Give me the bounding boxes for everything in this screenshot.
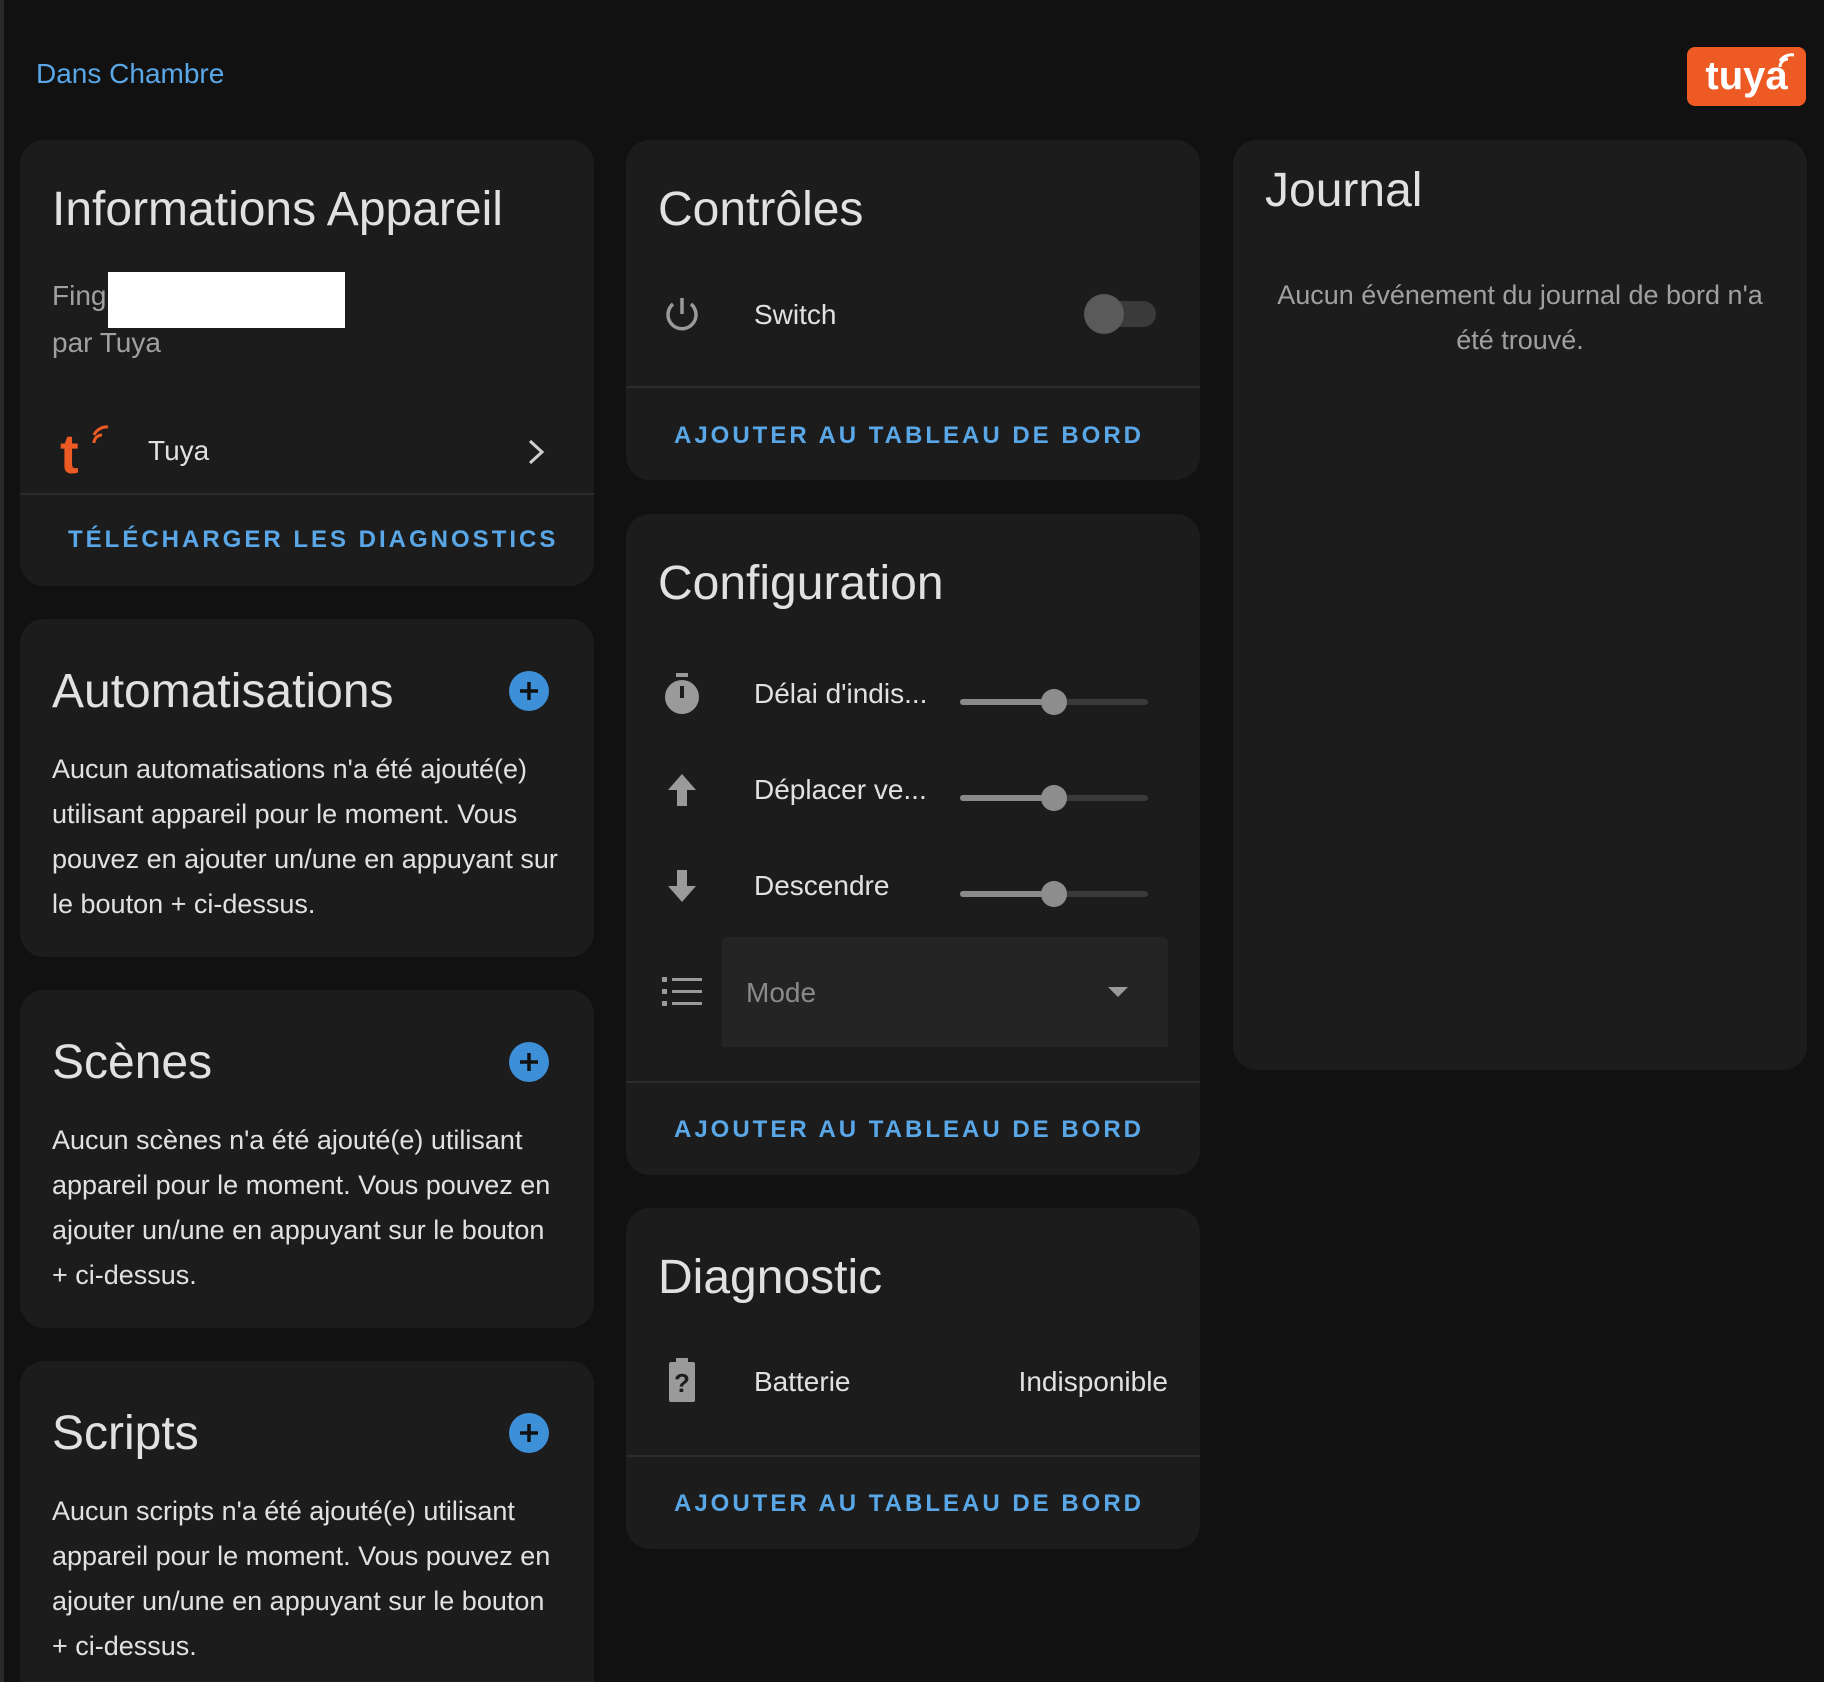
config-slider-fill bbox=[960, 699, 1054, 705]
integration-label: Tuya bbox=[148, 435, 210, 466]
journal-title: Journal bbox=[1265, 164, 1423, 217]
redacted-box bbox=[108, 272, 345, 328]
chevron-right-icon bbox=[528, 439, 545, 465]
switch-toggle-knob bbox=[1084, 294, 1124, 334]
battery-unknown-icon: ? bbox=[662, 1358, 702, 1402]
config-slider[interactable] bbox=[960, 881, 1148, 907]
switch-toggle[interactable] bbox=[1084, 294, 1156, 334]
arrow-down-icon bbox=[662, 866, 702, 906]
config-slider-fill bbox=[960, 891, 1054, 897]
plus-icon bbox=[520, 682, 538, 700]
scripts-title: Scripts bbox=[52, 1407, 199, 1460]
device-info-title: Informations Appareil bbox=[52, 183, 503, 236]
controls-divider bbox=[626, 386, 1200, 388]
diagnostic-card: Diagnostic ? Batterie Indisponible AJOUT… bbox=[626, 1208, 1200, 1549]
add-script-button[interactable] bbox=[509, 1413, 549, 1453]
configuration-add-to-dashboard-button[interactable]: AJOUTER AU TABLEAU DE BORD bbox=[674, 1116, 1144, 1144]
battery-value: Indisponible bbox=[1018, 1366, 1168, 1397]
add-scene-button[interactable] bbox=[509, 1042, 549, 1082]
config-slider[interactable] bbox=[960, 689, 1148, 715]
scripts-card: Scripts Aucun scripts n'a été ajouté(e) … bbox=[20, 1361, 594, 1682]
scenes-empty-text: Aucun scènes n'a été ajouté(e) utilisant… bbox=[52, 1125, 551, 1290]
device-model: Fing bbox=[52, 280, 107, 311]
left-edge bbox=[0, 0, 4, 1682]
config-slider-label: Délai d'indis... bbox=[754, 678, 928, 709]
download-diagnostics-button[interactable]: TÉLÉCHARGER LES DIAGNOSTICS bbox=[68, 526, 558, 554]
mode-select-placeholder: Mode bbox=[746, 977, 817, 1008]
diagnostic-title: Diagnostic bbox=[658, 1251, 883, 1304]
battery-label: Batterie bbox=[754, 1366, 851, 1397]
device-info-divider bbox=[20, 493, 594, 495]
scenes-title: Scènes bbox=[52, 1036, 213, 1089]
journal-empty-text: Aucun événement du journal de bord n'a é… bbox=[1277, 280, 1763, 355]
tuya-integration-icon: t bbox=[60, 425, 109, 481]
mode-select[interactable]: Mode bbox=[722, 937, 1168, 1047]
dropdown-arrow-icon bbox=[1108, 987, 1128, 997]
scenes-card: Scènes Aucun scènes n'a été ajouté(e) ut… bbox=[20, 990, 594, 1328]
automations-empty-text: Aucun automatisations n'a été ajouté(e) … bbox=[52, 754, 558, 919]
tuya-logo: tuya bbox=[1687, 47, 1806, 106]
power-icon bbox=[662, 294, 702, 334]
scripts-empty-text: Aucun scripts n'a été ajouté(e) utilisan… bbox=[52, 1496, 551, 1661]
config-slider-knob[interactable] bbox=[1041, 881, 1067, 907]
arrow-up-icon bbox=[662, 770, 702, 810]
config-slider-fill bbox=[960, 795, 1054, 801]
timer-icon bbox=[662, 673, 702, 714]
config-slider-knob[interactable] bbox=[1041, 689, 1067, 715]
device-manufacturer: par Tuya bbox=[52, 327, 161, 358]
controls-title: Contrôles bbox=[658, 183, 864, 236]
configuration-card: Configuration Délai d'indis... Déplacer … bbox=[626, 514, 1200, 1175]
config-slider-row: Descendre bbox=[626, 856, 1200, 916]
device-page: Dans Chambre tuya Informations Appareil … bbox=[0, 0, 1824, 1682]
controls-card: Contrôles Switch AJOUTER AU TABLEAU DE B… bbox=[626, 140, 1200, 480]
diagnostic-add-to-dashboard-button[interactable]: AJOUTER AU TABLEAU DE BORD bbox=[674, 1490, 1144, 1518]
config-slider-row: Déplacer ve... bbox=[626, 760, 1200, 820]
format-list-icon bbox=[662, 972, 702, 1012]
svg-text:t: t bbox=[60, 425, 79, 481]
wifi-icon bbox=[1778, 53, 1795, 68]
integration-row[interactable]: t Tuya bbox=[20, 405, 594, 501]
config-slider-label: Déplacer ve... bbox=[754, 774, 927, 805]
journal-card: Journal Aucun événement du journal de bo… bbox=[1233, 140, 1807, 1070]
controls-add-to-dashboard-button[interactable]: AJOUTER AU TABLEAU DE BORD bbox=[674, 422, 1144, 450]
plus-icon bbox=[520, 1424, 538, 1442]
breadcrumb-area-link[interactable]: Dans Chambre bbox=[36, 58, 224, 90]
config-slider-knob[interactable] bbox=[1041, 785, 1067, 811]
plus-icon bbox=[520, 1053, 538, 1071]
diagnostic-divider bbox=[626, 1455, 1200, 1457]
configuration-title: Configuration bbox=[658, 557, 944, 610]
automations-title: Automatisations bbox=[52, 665, 394, 718]
config-slider-label: Descendre bbox=[754, 870, 890, 901]
automations-card: Automatisations Aucun automatisations n'… bbox=[20, 619, 594, 957]
config-slider[interactable] bbox=[960, 785, 1148, 811]
svg-text:?: ? bbox=[674, 1368, 690, 1398]
add-automation-button[interactable] bbox=[509, 671, 549, 711]
config-slider-row: Délai d'indis... bbox=[626, 664, 1200, 724]
configuration-divider bbox=[626, 1081, 1200, 1083]
switch-label: Switch bbox=[754, 299, 837, 330]
device-info-card: Informations Appareil Fing par Tuya t Tu… bbox=[20, 140, 594, 586]
